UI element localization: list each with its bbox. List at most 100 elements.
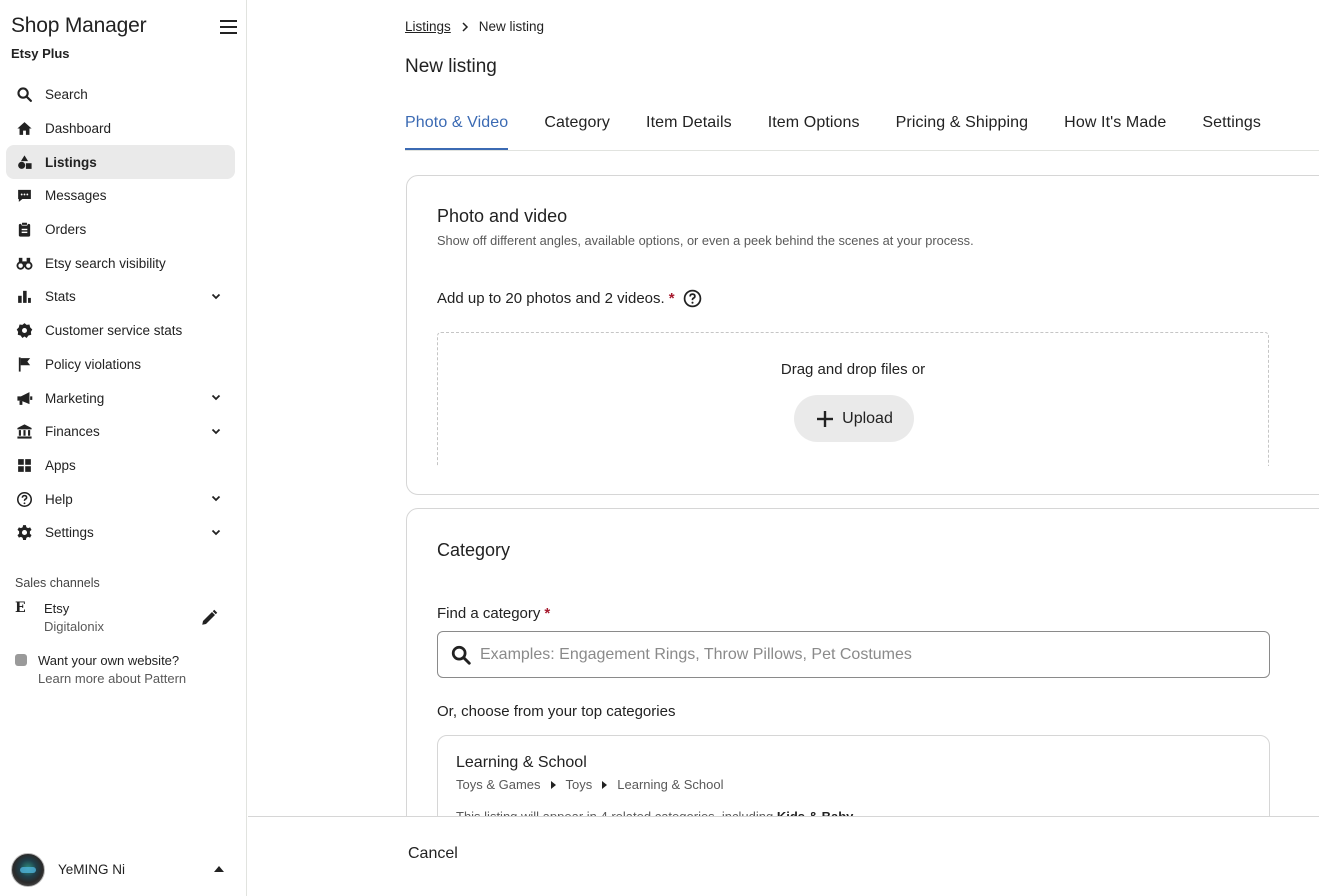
pattern-logo-icon bbox=[15, 654, 27, 666]
sidebar-item-label: Policy violations bbox=[45, 356, 142, 372]
find-category-text: Find a category bbox=[437, 605, 541, 622]
sidebar-item-label: Settings bbox=[45, 525, 94, 541]
category-path-level: Toys & Games bbox=[456, 777, 541, 792]
sidebar-item-label: Etsy search visibility bbox=[45, 255, 166, 271]
sidebar-item-policy-violations[interactable]: Policy violations bbox=[6, 348, 235, 382]
chevron-down-icon bbox=[211, 529, 221, 536]
sales-channels-label: Sales channels bbox=[15, 576, 100, 590]
home-icon bbox=[15, 120, 33, 138]
category-search-input[interactable] bbox=[480, 645, 1240, 664]
sidebar-item-orders[interactable]: Orders bbox=[6, 213, 235, 247]
user-name: YeMING Ni bbox=[58, 862, 126, 877]
clipboard-icon bbox=[15, 221, 33, 239]
chevron-right-icon bbox=[462, 21, 468, 32]
help-icon bbox=[15, 490, 33, 508]
file-dropzone[interactable]: Drag and drop files or Upload bbox=[437, 332, 1269, 466]
upload-button[interactable]: Upload bbox=[794, 395, 914, 442]
caret-right-icon bbox=[602, 780, 608, 789]
pencil-icon[interactable] bbox=[200, 609, 218, 627]
search-icon bbox=[451, 645, 471, 665]
sales-channel-etsy[interactable]: E Etsy Digitalonix bbox=[15, 600, 230, 636]
channel-name: Etsy bbox=[44, 601, 70, 616]
chat-icon bbox=[15, 187, 33, 205]
tab-how-its-made[interactable]: How It's Made bbox=[1064, 100, 1166, 150]
gear-icon bbox=[15, 524, 33, 542]
sidebar-item-settings[interactable]: Settings bbox=[6, 516, 235, 550]
sidebar-item-label: Search bbox=[45, 87, 88, 103]
footer-bar: Cancel bbox=[248, 816, 1319, 896]
search-icon bbox=[15, 86, 33, 104]
sidebar-item-stats[interactable]: Stats bbox=[6, 280, 235, 314]
plus-icon bbox=[817, 410, 834, 427]
tab-photo-video[interactable]: Photo & Video bbox=[405, 100, 509, 150]
bank-icon bbox=[15, 423, 33, 441]
sidebar: Shop Manager Etsy Plus Search Dashboard … bbox=[0, 0, 247, 896]
sidebar-item-search-visibility[interactable]: Etsy search visibility bbox=[6, 246, 235, 280]
promo-title[interactable]: Want your own website? bbox=[38, 653, 179, 668]
top-category-title: Learning & School bbox=[456, 754, 587, 771]
top-categories-label: Or, choose from your top categories bbox=[437, 703, 676, 720]
menu-icon[interactable] bbox=[220, 20, 237, 34]
category-path: Toys & Games Toys Learning & School bbox=[456, 777, 724, 792]
plan-label: Etsy Plus bbox=[11, 46, 70, 61]
sidebar-item-marketing[interactable]: Marketing bbox=[6, 381, 235, 415]
sidebar-item-help[interactable]: Help bbox=[6, 482, 235, 516]
breadcrumb-listings-link[interactable]: Listings bbox=[405, 19, 451, 34]
cancel-button[interactable]: Cancel bbox=[408, 845, 458, 863]
tab-pricing-shipping[interactable]: Pricing & Shipping bbox=[896, 100, 1029, 150]
breadcrumb: Listings New listing bbox=[405, 19, 544, 34]
user-menu[interactable]: YeMING Ni bbox=[0, 850, 246, 890]
sidebar-item-label: Finances bbox=[45, 424, 100, 440]
megaphone-icon bbox=[15, 389, 33, 407]
sidebar-item-label: Messages bbox=[45, 188, 107, 204]
sidebar-item-finances[interactable]: Finances bbox=[6, 415, 235, 449]
chevron-down-icon bbox=[211, 293, 221, 300]
sidebar-item-messages[interactable]: Messages bbox=[6, 179, 235, 213]
sidebar-item-listings[interactable]: Listings bbox=[6, 145, 235, 180]
tab-item-options[interactable]: Item Options bbox=[768, 100, 860, 150]
sidebar-item-label: Marketing bbox=[45, 390, 105, 406]
sidebar-item-apps[interactable]: Apps bbox=[6, 449, 235, 483]
sidebar-item-dashboard[interactable]: Dashboard bbox=[6, 112, 235, 146]
category-section-title: Category bbox=[437, 540, 511, 560]
sidebar-nav: Search Dashboard Listings Messages Order… bbox=[6, 78, 235, 550]
tab-item-details[interactable]: Item Details bbox=[646, 100, 732, 150]
gear-badge-icon bbox=[15, 322, 33, 340]
find-category-label: Find a category * bbox=[437, 605, 550, 622]
sidebar-item-label: Dashboard bbox=[45, 121, 112, 137]
caret-up-icon bbox=[214, 866, 224, 872]
photo-limit-text: Add up to 20 photos and 2 videos. bbox=[437, 290, 665, 307]
chevron-down-icon bbox=[211, 395, 221, 401]
category-search-field[interactable] bbox=[437, 631, 1270, 678]
tab-category[interactable]: Category bbox=[544, 100, 610, 150]
shapes-icon bbox=[15, 153, 33, 171]
photo-video-card: Photo and video Show off different angle… bbox=[406, 175, 1319, 495]
chevron-down-icon bbox=[211, 428, 221, 435]
listing-tabs: Photo & Video Category Item Details Item… bbox=[405, 100, 1319, 151]
grid-icon bbox=[15, 456, 33, 474]
sidebar-item-label: Listings bbox=[45, 154, 97, 170]
sidebar-item-label: Help bbox=[45, 491, 73, 507]
question-circle-icon[interactable] bbox=[683, 289, 702, 308]
flag-icon bbox=[15, 355, 33, 373]
sidebar-item-search[interactable]: Search bbox=[6, 78, 235, 112]
sidebar-item-label: Orders bbox=[45, 222, 87, 238]
promo-link[interactable]: Learn more about Pattern bbox=[38, 671, 186, 686]
binoculars-icon bbox=[15, 254, 33, 272]
category-path-level: Learning & School bbox=[617, 777, 724, 792]
tab-settings[interactable]: Settings bbox=[1202, 100, 1261, 150]
channel-shop-name: Digitalonix bbox=[44, 619, 104, 634]
sidebar-item-customer-service-stats[interactable]: Customer service stats bbox=[6, 314, 235, 348]
photo-section-title: Photo and video bbox=[437, 206, 568, 226]
required-mark: * bbox=[544, 605, 551, 622]
breadcrumb-current: New listing bbox=[478, 19, 545, 34]
bar-chart-icon bbox=[15, 288, 33, 306]
photo-limit-label: Add up to 20 photos and 2 videos. * bbox=[437, 289, 702, 308]
pattern-promo[interactable]: Want your own website? Learn more about … bbox=[15, 652, 235, 692]
etsy-logo: E bbox=[15, 600, 26, 616]
page-title: New listing bbox=[405, 56, 497, 77]
photo-section-description: Show off different angles, available opt… bbox=[437, 233, 974, 248]
dropzone-text: Drag and drop files or bbox=[780, 361, 926, 378]
sidebar-item-label: Stats bbox=[45, 289, 76, 305]
sidebar-item-label: Customer service stats bbox=[45, 323, 183, 339]
